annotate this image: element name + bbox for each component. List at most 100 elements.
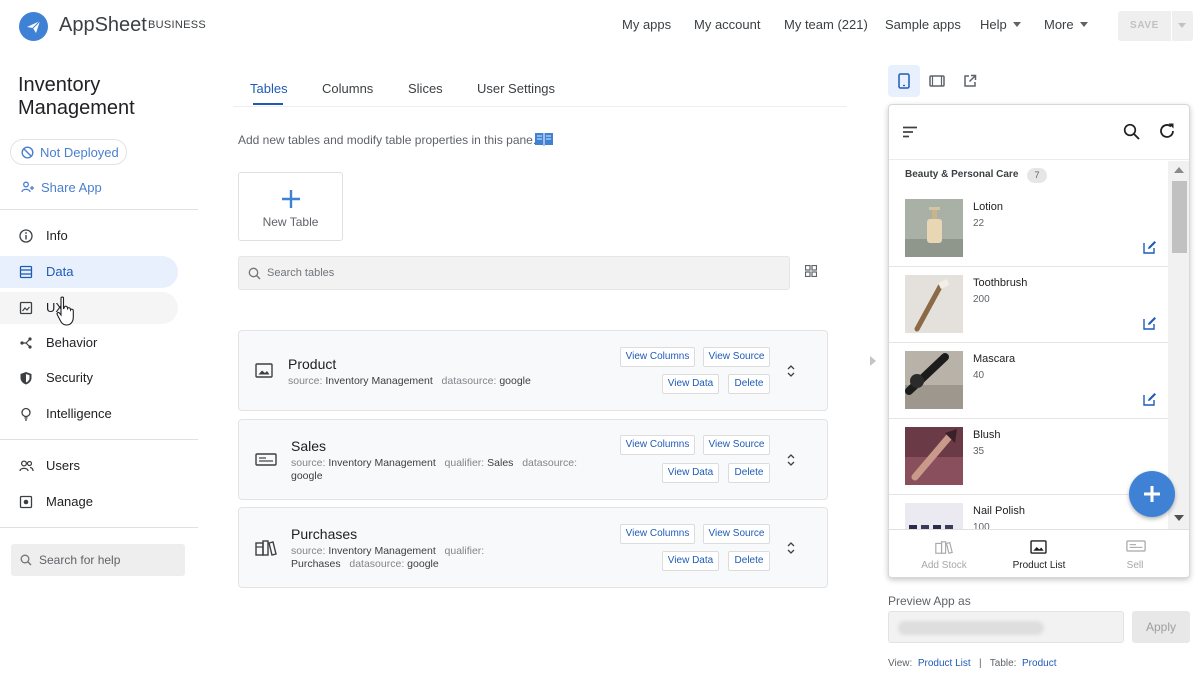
edit-icon[interactable]	[1143, 316, 1157, 330]
product-list-icon	[1030, 540, 1047, 554]
scroll-up-arrow-icon[interactable]	[1174, 167, 1184, 173]
sell-icon	[1126, 540, 1146, 552]
add-fab-button[interactable]	[1129, 471, 1175, 517]
table-datasource: google	[291, 470, 323, 482]
view-data-button[interactable]: View Data	[662, 463, 719, 483]
help-search-input[interactable]: Search for help	[11, 544, 185, 576]
list-item[interactable]: Blush 35	[889, 419, 1168, 495]
tab-user-settings[interactable]: User Settings	[477, 81, 555, 96]
table-name: Sales	[291, 438, 327, 454]
table-card-sales[interactable]: Sales source: Inventory Management quali…	[238, 419, 828, 500]
expand-icon[interactable]	[787, 542, 795, 554]
users-icon	[19, 460, 34, 472]
sidebar-item-intelligence[interactable]: Intelligence	[0, 398, 178, 430]
view-columns-button[interactable]: View Columns	[620, 347, 695, 367]
table-qualifier: Sales	[487, 457, 514, 469]
view-columns-button[interactable]: View Columns	[620, 435, 695, 455]
list-item[interactable]: Lotion 22	[889, 191, 1168, 267]
table-card-product[interactable]: Product source: Inventory Management dat…	[238, 330, 828, 411]
save-options-button[interactable]	[1172, 11, 1193, 41]
view-data-button[interactable]: View Data	[662, 374, 719, 394]
scroll-down-arrow-icon[interactable]	[1174, 515, 1184, 521]
view-source-button[interactable]: View Source	[703, 435, 770, 455]
save-button[interactable]: SAVE	[1118, 11, 1171, 41]
menu-icon[interactable]	[902, 126, 918, 138]
product-name: Toothbrush	[973, 277, 1028, 289]
tab-slices[interactable]: Slices	[408, 81, 443, 96]
delete-button[interactable]: Delete	[728, 463, 770, 483]
bottom-nav-add-stock[interactable]: Add Stock	[894, 530, 994, 577]
search-tables-input[interactable]: Search tables	[238, 256, 790, 290]
deploy-status-button[interactable]: Not Deployed	[10, 139, 127, 165]
view-columns-button[interactable]: View Columns	[620, 524, 695, 544]
sidebar-item-behavior[interactable]: Behavior	[0, 327, 178, 359]
refresh-icon[interactable]	[1158, 122, 1176, 140]
sidebar-divider	[0, 209, 198, 210]
new-table-button[interactable]: New Table	[238, 172, 343, 241]
meta-key: datasource:	[441, 375, 497, 387]
tablet-icon	[929, 75, 945, 87]
expand-icon[interactable]	[787, 454, 795, 466]
device-phone-button[interactable]	[888, 65, 920, 97]
phone-preview: Beauty & Personal Care 7 Lotion 22 Tooth…	[888, 104, 1190, 578]
preview-email-input[interactable]	[888, 611, 1124, 643]
table-card-purchases[interactable]: Purchases source: Inventory Management q…	[238, 507, 828, 588]
expand-icon[interactable]	[787, 365, 795, 377]
table-key: Table:	[989, 658, 1017, 669]
table-meta: source: Inventory Management datasource:…	[288, 375, 588, 388]
view-source-button[interactable]: View Source	[703, 347, 770, 367]
table-link[interactable]: Product	[1022, 658, 1056, 669]
sidebar-item-label: Info	[46, 228, 68, 243]
list-item[interactable]: Toothbrush 200	[889, 267, 1168, 343]
edit-icon[interactable]	[1143, 240, 1157, 254]
open-new-window-button[interactable]	[954, 65, 986, 97]
sidebar-item-manage[interactable]: Manage	[0, 486, 178, 518]
money-table-icon	[255, 453, 277, 466]
product-qty: 35	[973, 446, 985, 457]
sidebar-item-ux[interactable]: UX	[0, 292, 178, 324]
appsheet-logo-icon[interactable]	[19, 12, 48, 41]
phone-header-divider	[889, 159, 1189, 160]
sidebar-item-info[interactable]: Info	[0, 220, 178, 252]
data-icon	[19, 265, 33, 279]
nav-my-team[interactable]: My team (221)	[784, 17, 868, 32]
apply-button[interactable]: Apply	[1132, 611, 1190, 643]
nav-my-apps[interactable]: My apps	[622, 17, 671, 32]
view-source-button[interactable]: View Source	[703, 524, 770, 544]
book-icon[interactable]	[534, 131, 554, 146]
sidebar-item-security[interactable]: Security	[0, 362, 178, 394]
nav-sample-apps[interactable]: Sample apps	[885, 17, 961, 32]
share-people-icon	[21, 181, 34, 193]
lightbulb-icon	[21, 407, 31, 421]
sidebar-item-users[interactable]: Users	[0, 450, 178, 482]
grid-view-icon[interactable]	[805, 265, 817, 277]
delete-button[interactable]: Delete	[728, 374, 770, 394]
sidebar-divider	[0, 527, 198, 528]
nav-my-account[interactable]: My account	[694, 17, 760, 32]
tab-tables[interactable]: Tables	[250, 81, 288, 96]
new-table-label: New Table	[262, 215, 319, 229]
hand-cursor-icon	[56, 296, 74, 326]
edit-icon[interactable]	[1143, 392, 1157, 406]
search-icon[interactable]	[1123, 123, 1140, 140]
intro-text: Add new tables and modify table properti…	[238, 133, 537, 147]
nav-help[interactable]: Help	[980, 17, 1021, 32]
sidebar-item-data[interactable]: Data	[0, 256, 178, 288]
view-link[interactable]: Product List	[918, 658, 971, 669]
nav-more[interactable]: More	[1044, 17, 1088, 32]
product-qty: 40	[973, 370, 985, 381]
list-item[interactable]: Mascara 40	[889, 343, 1168, 419]
delete-button[interactable]: Delete	[728, 551, 770, 571]
bottom-nav-product-list[interactable]: Product List	[989, 530, 1089, 577]
collapse-preview-icon[interactable]	[870, 356, 876, 366]
view-data-button[interactable]: View Data	[662, 551, 719, 571]
product-image-mascara	[905, 351, 963, 409]
tab-columns[interactable]: Columns	[322, 81, 373, 96]
preview-context: View: Product List | Table: Product	[888, 658, 1056, 669]
device-tablet-button[interactable]	[921, 65, 953, 97]
not-deployed-icon	[21, 146, 34, 159]
app-title: Inventory Management	[18, 74, 135, 119]
scrollbar-thumb[interactable]	[1172, 181, 1187, 253]
meta-key: datasource:	[349, 558, 405, 570]
bottom-nav-sell[interactable]: Sell	[1085, 530, 1185, 577]
